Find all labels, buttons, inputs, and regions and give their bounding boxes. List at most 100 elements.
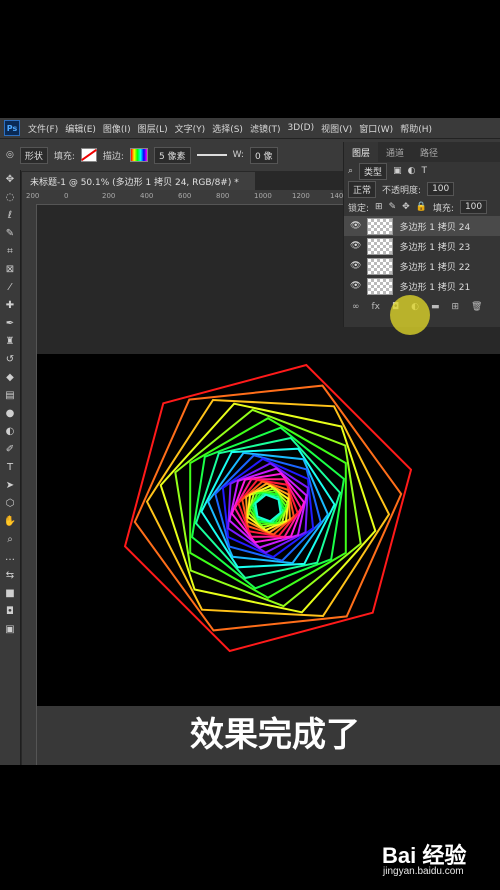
layer-name: 多边形 1 拷贝 22	[399, 262, 471, 273]
more-tools-icon[interactable]: …	[0, 548, 20, 566]
menu-window[interactable]: 窗口(W)	[359, 122, 393, 135]
hand-tool-icon[interactable]: ✋	[0, 512, 20, 530]
lock-paint-icon[interactable]: ✎	[389, 202, 397, 212]
stroke-label: 描边:	[102, 151, 124, 162]
tab-layers[interactable]: 图层	[344, 142, 379, 162]
folder-icon[interactable]: ▬	[431, 302, 440, 312]
ruler-tick-label: 1200	[292, 192, 310, 200]
menu-help[interactable]: 帮助(H)	[400, 122, 432, 135]
hexagon-outline	[189, 417, 347, 599]
hexagon-outline	[200, 447, 336, 569]
blend-row: 正常 不透明度: 100	[344, 180, 500, 198]
layer-name: 多边形 1 拷贝 21	[399, 282, 471, 293]
menu-layer[interactable]: 图层(L)	[138, 122, 168, 135]
menu-edit[interactable]: 编辑(E)	[65, 122, 96, 135]
healing-tool-icon[interactable]: ✚	[0, 296, 20, 314]
layer-filter-select[interactable]: 类型	[359, 162, 388, 180]
ruler-tick-label: 200	[102, 192, 116, 200]
w-label: W:	[232, 150, 244, 160]
marquee-tool-icon[interactable]: ◌	[0, 188, 20, 206]
ruler-tick-label: 200	[26, 192, 40, 200]
menu-bar: Ps 文件(F) 编辑(E) 图像(I) 图层(L) 文字(Y) 选择(S) 滤…	[0, 118, 500, 138]
history-brush-tool-icon[interactable]: ↺	[0, 350, 20, 368]
lock-all-icon[interactable]: 🔒	[416, 202, 427, 212]
type-tool-icon[interactable]: T	[0, 458, 20, 476]
layer-item[interactable]: 👁 多边形 1 拷贝 22	[344, 256, 500, 276]
screen-mode-icon[interactable]: ▣	[0, 620, 20, 638]
search-icon: ⌕	[348, 166, 354, 176]
tool-preset-icon[interactable]: ◎	[6, 150, 14, 160]
layer-thumbnail	[367, 257, 394, 275]
layer-thumbnail	[367, 237, 394, 255]
fill-swatch[interactable]	[80, 148, 97, 162]
vertical-ruler	[22, 204, 37, 765]
eyedropper-tool-icon[interactable]: ⁄	[0, 278, 20, 296]
filter-pixel-icon[interactable]: ▣	[393, 166, 402, 176]
new-layer-icon[interactable]: ⊞	[452, 302, 460, 312]
tab-paths[interactable]: 路径	[412, 142, 446, 162]
opacity-input[interactable]: 100	[427, 182, 455, 196]
tab-channels[interactable]: 通道	[378, 142, 412, 162]
link-icon[interactable]: ∞	[352, 302, 360, 312]
ruler-tick-label: 800	[216, 192, 230, 200]
menu-view[interactable]: 视图(V)	[321, 122, 352, 135]
hexagon-outline	[191, 426, 345, 590]
stroke-swatch[interactable]	[129, 148, 148, 162]
quick-mask-icon[interactable]: ◘	[0, 602, 20, 620]
blur-tool-icon[interactable]: ●	[0, 404, 20, 422]
lock-row: 锁定: ⊞ ✎ ✥ 🔒 填充: 100	[344, 198, 500, 216]
zoom-tool-icon[interactable]: ⌕	[0, 530, 20, 548]
lock-move-icon[interactable]: ✥	[402, 202, 410, 212]
blend-mode-select[interactable]: 正常	[348, 180, 377, 198]
layer-item[interactable]: 👁 多边形 1 拷贝 23	[344, 236, 500, 256]
lasso-tool-icon[interactable]: ℓ	[0, 206, 20, 224]
fill-label: 填充:	[432, 203, 454, 214]
brush-tool-icon[interactable]: ✒	[0, 314, 20, 332]
hexagon-outline	[133, 384, 403, 632]
move-tool-icon[interactable]: ✥	[0, 170, 20, 188]
eye-icon[interactable]: 👁	[350, 241, 361, 251]
menu-filter[interactable]: 滤镜(T)	[250, 122, 281, 135]
stamp-tool-icon[interactable]: ♜	[0, 332, 20, 350]
menu-3d[interactable]: 3D(D)	[287, 123, 314, 133]
hexagon-outline	[159, 402, 377, 614]
crop-tool-icon[interactable]: ⌗	[0, 242, 20, 260]
layer-item[interactable]: 👁 多边形 1 拷贝 21	[344, 276, 500, 296]
dodge-tool-icon[interactable]: ◐	[0, 422, 20, 440]
eraser-tool-icon[interactable]: ◆	[0, 368, 20, 386]
frame-tool-icon[interactable]: ⊠	[0, 260, 20, 278]
fx-icon[interactable]: fx	[372, 302, 381, 312]
pen-tool-icon[interactable]: ✐	[0, 440, 20, 458]
ruler-tick-label: 400	[140, 192, 154, 200]
fill-label: 填充:	[53, 151, 75, 162]
menu-type[interactable]: 文字(Y)	[175, 122, 206, 135]
layer-thumbnail	[367, 217, 394, 235]
document-tab[interactable]: 未标题-1 @ 50.1% (多边形 1 拷贝 24, RGB/8#) *	[22, 172, 255, 190]
gradient-tool-icon[interactable]: ▤	[0, 386, 20, 404]
document-canvas[interactable]	[37, 354, 500, 706]
fill-input[interactable]: 100	[459, 200, 488, 214]
video-caption: 效果完成了	[190, 715, 360, 755]
eye-icon[interactable]: 👁	[350, 281, 361, 291]
menu-select[interactable]: 选择(S)	[212, 122, 243, 135]
shape-mode-select[interactable]: 形状	[19, 146, 48, 164]
menu-image[interactable]: 图像(I)	[103, 122, 131, 135]
lock-pixels-icon[interactable]: ⊞	[375, 202, 383, 212]
filter-adjust-icon[interactable]: ◐	[408, 166, 416, 176]
photoshop-logo: Ps	[4, 120, 20, 136]
layer-thumbnail	[367, 277, 394, 295]
width-input[interactable]: 0 像	[249, 146, 278, 164]
color-swatches-icon[interactable]: ■	[0, 584, 20, 602]
stroke-width-input[interactable]: 5 像素	[153, 146, 191, 164]
path-select-tool-icon[interactable]: ➤	[0, 476, 20, 494]
eye-icon[interactable]: 👁	[350, 261, 361, 271]
stroke-type-select[interactable]	[196, 154, 227, 156]
menu-file[interactable]: 文件(F)	[28, 122, 58, 135]
trash-icon[interactable]: 🗑	[471, 302, 482, 312]
quick-select-tool-icon[interactable]: ✎	[0, 224, 20, 242]
layer-item[interactable]: 👁 多边形 1 拷贝 24	[344, 216, 500, 236]
swap-colors-icon[interactable]: ⇆	[0, 566, 20, 584]
eye-icon[interactable]: 👁	[350, 221, 361, 231]
filter-type-icon[interactable]: T	[421, 166, 427, 176]
shape-tool-icon[interactable]: ⬡	[0, 494, 20, 512]
